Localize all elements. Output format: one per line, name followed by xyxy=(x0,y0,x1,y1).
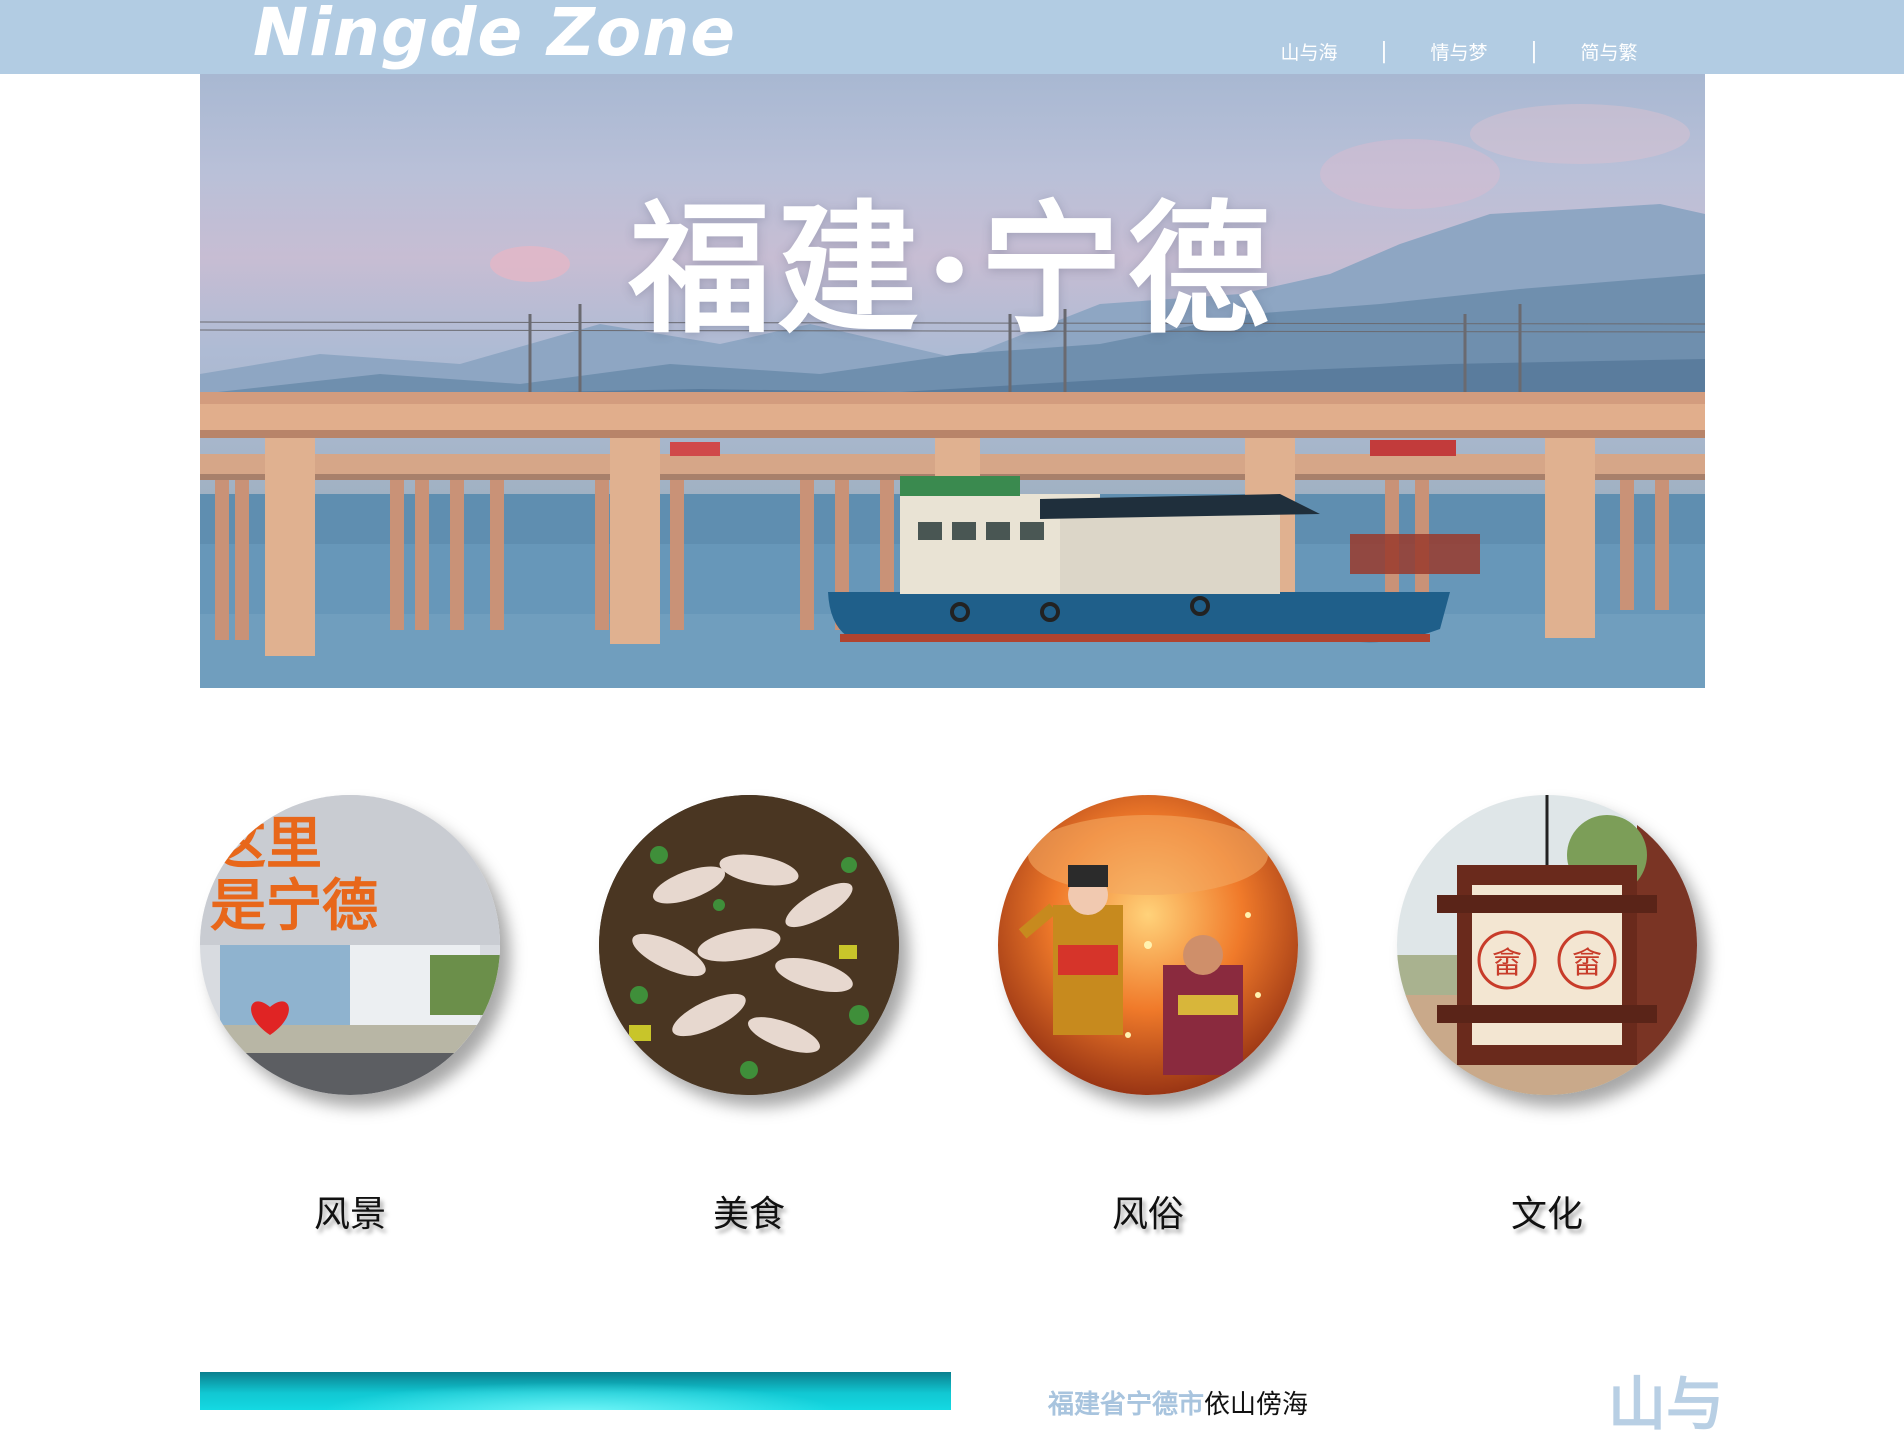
intro-description: 依山傍海 xyxy=(1204,1390,1309,1420)
category-scenery[interactable]: 这里 是宁德 风景 xyxy=(200,795,500,1235)
nav-item-mountain-sea[interactable]: 山与海 xyxy=(1260,38,1358,65)
hero-title: 福建·宁德 xyxy=(628,187,1277,353)
svg-text:这里: 这里 xyxy=(210,812,322,877)
category-label[interactable]: 文化 xyxy=(1397,1185,1697,1237)
svg-text:畲: 畲 xyxy=(1492,946,1522,981)
category-label[interactable]: 风景 xyxy=(200,1185,500,1237)
category-food[interactable]: 美食 xyxy=(599,795,899,1235)
custom-image[interactable] xyxy=(998,795,1298,1095)
category-culture[interactable]: 畲 畲 文化 xyxy=(1397,795,1697,1235)
svg-text:是宁德: 是宁德 xyxy=(210,874,378,939)
decorative-heading: 山与 xyxy=(1608,1370,1725,1438)
food-image[interactable] xyxy=(599,795,899,1095)
intro-city: 福建省宁德市 xyxy=(1048,1390,1205,1420)
main-nav: 山与海 | 情与梦 | 简与繁 xyxy=(1260,38,1658,64)
intro-text: 福建省宁德市依山傍海 xyxy=(1048,1390,1308,1420)
top-header: Ningde Zone 山与海 | 情与梦 | 简与繁 xyxy=(0,0,1904,74)
nav-separator: | xyxy=(1380,38,1388,64)
nav-separator: | xyxy=(1530,38,1538,64)
intro-image-glow xyxy=(320,1382,840,1410)
culture-image[interactable]: 畲 畲 xyxy=(1397,795,1697,1095)
site-logo[interactable]: Ningde Zone xyxy=(253,0,736,70)
scenery-image[interactable]: 这里 是宁德 xyxy=(200,795,500,1095)
nav-item-love-dream[interactable]: 情与梦 xyxy=(1410,38,1508,65)
nav-item-simple-complex[interactable]: 简与繁 xyxy=(1560,38,1658,65)
category-label[interactable]: 风俗 xyxy=(998,1185,1298,1237)
hero-banner: 福建·宁德 xyxy=(200,74,1705,688)
intro-image xyxy=(200,1372,951,1410)
category-label[interactable]: 美食 xyxy=(599,1185,899,1237)
category-custom[interactable]: 风俗 xyxy=(998,795,1298,1235)
svg-text:畲: 畲 xyxy=(1572,946,1602,981)
